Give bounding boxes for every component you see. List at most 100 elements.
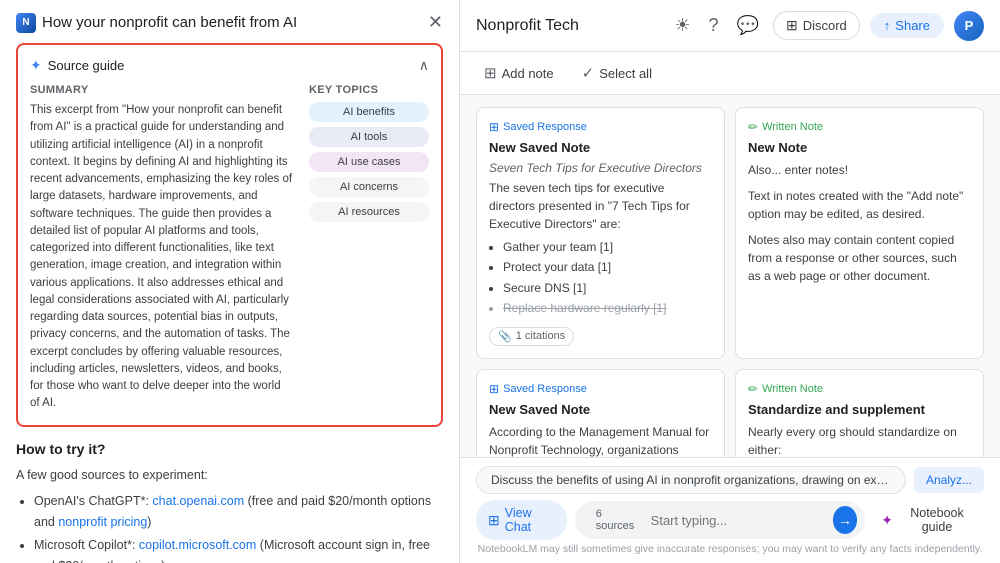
source-guide-columns: Summary This excerpt from "How your nonp… [30,84,429,413]
note-body-3: According to the Management Manual for N… [489,423,712,457]
summary-label: Summary [30,84,293,96]
note-type-label-4: Written Note [762,383,823,395]
note-type-badge-2: ✏ Written Note [748,120,971,134]
note-card-4[interactable]: ✏ Written Note Standardize and supplemen… [735,369,984,457]
note-title-1: New Saved Note [489,140,712,155]
summary-text: This excerpt from "How your nonprofit ca… [30,102,293,413]
view-chat-label: View Chat [505,506,555,534]
prompt-bar: Discuss the benefits of using AI in nonp… [476,466,984,494]
page-title: Nonprofit Tech [476,17,579,35]
saved-response-icon: ⊞ [489,120,499,134]
discord-label: Discord [803,18,847,33]
note-type-badge-1: ⊞ Saved Response [489,120,712,134]
list-item: Microsoft Copilot*: copilot.microsoft.co… [34,535,443,563]
avatar-initial: P [965,18,974,33]
source-guide-title: ✦ Source guide [30,57,124,74]
note-body-1: The seven tech tips for executive direct… [489,179,712,233]
share-button[interactable]: ↑ Share [870,13,944,38]
note-list-item: Gather your team [1] [503,237,712,257]
note-type-label-3: Saved Response [503,383,587,395]
topic-chip-ai-resources[interactable]: AI resources [309,202,429,222]
add-note-button[interactable]: ⊞ Add note [476,60,562,86]
tab-view-chat[interactable]: ⊞ View Chat [476,500,567,540]
avatar[interactable]: P [954,11,984,41]
written-note-icon: ✏ [748,120,758,134]
notes-grid: ⊞ Saved Response New Saved Note Seven Te… [460,95,1000,457]
prompt-text: Discuss the benefits of using AI in nonp… [476,466,906,494]
note-list-item: Protect your data [1] [503,257,712,277]
note-title-3: New Saved Note [489,402,712,417]
close-icon[interactable]: ✕ [428,12,443,33]
nonprofit-pricing-link[interactable]: nonprofit pricing [58,515,147,529]
topic-chip-ai-use-cases[interactable]: AI use cases [309,152,429,172]
send-button[interactable]: → [833,506,858,534]
note-type-badge-3: ⊞ Saved Response [489,382,712,396]
chatgpt-link[interactable]: chat.openai.com [152,494,244,508]
notebook-guide-label: Notebook guide [898,506,976,534]
chevron-up-icon[interactable]: ∧ [419,57,429,74]
sparkle-icon: ✦ [30,57,42,74]
note-card-3[interactable]: ⊞ Saved Response New Saved Note Accordin… [476,369,725,457]
written-note-icon-2: ✏ [748,382,758,396]
note-type-badge-4: ✏ Written Note [748,382,971,396]
topic-chip-ai-concerns[interactable]: AI concerns [309,177,429,197]
share-icon: ↑ [884,18,891,33]
help-button[interactable]: ? [705,11,723,40]
note-type-label-1: Saved Response [503,121,587,133]
right-panel: Nonprofit Tech ☀ ? 💬 ⊞ Discord ↑ Share P… [460,0,1000,563]
note-list-item: Secure DNS [1] [503,278,712,298]
how-to-heading: How to try it? [16,441,443,457]
note-card-2[interactable]: ✏ Written Note New Note Also... enter no… [735,107,984,359]
analyze-button[interactable]: Analyz... [914,467,984,493]
note-body-4: Nearly every org should standardize on e… [748,423,971,457]
sources-badge[interactable]: 6 sources [589,506,645,534]
left-panel: N How your nonprofit can benefit from AI… [0,0,460,563]
copilot-link[interactable]: copilot.microsoft.com [139,538,256,552]
topic-chip-ai-tools[interactable]: AI tools [309,127,429,147]
topic-chip-ai-benefits[interactable]: AI benefits [309,102,429,122]
add-note-label: Add note [502,66,554,81]
share-label: Share [895,18,930,33]
check-icon: ✓ [582,64,595,82]
discord-icon: ⊞ [786,17,798,34]
notebook-guide-button[interactable]: ✦ Notebook guide [873,502,984,538]
citations-badge[interactable]: 📎 1 citations [489,327,574,346]
chat-input[interactable] [651,513,827,528]
how-to-intro: A few good sources to experiment: [16,465,443,485]
source-guide-heading: Source guide [48,58,125,73]
note-type-label-2: Written Note [762,121,823,133]
citations-count: 1 citations [516,330,566,342]
topic-chips: AI benefits AI tools AI use cases AI con… [309,102,429,227]
chat-icon-button[interactable]: 💬 [733,11,763,40]
select-all-button[interactable]: ✓ Select all [574,60,660,86]
note-body-2c: Notes also may contain content copied fr… [748,231,971,285]
select-all-label: Select all [599,66,652,81]
disclaimer-text: NotebookLM may still sometimes give inac… [476,540,984,559]
top-bar-actions: ☀ ? 💬 ⊞ Discord ↑ Share P [670,11,984,41]
list-item: OpenAI's ChatGPT*: chat.openai.com (free… [34,491,443,534]
citation-icon: 📎 [498,330,512,343]
discord-button[interactable]: ⊞ Discord [773,11,860,40]
note-body-2a: Also... enter notes! [748,161,971,179]
note-list-item-inactive: Replace hardware regularly [1] [503,298,712,318]
source-guide-summary: Summary This excerpt from "How your nonp… [30,84,293,413]
theme-toggle-button[interactable]: ☀ [670,11,694,40]
note-title-4: Standardize and supplement [748,402,971,417]
chat-tab-icon: ⊞ [488,512,500,529]
saved-response-icon-2: ⊞ [489,382,499,396]
note-list-1: Gather your team [1] Protect your data [… [489,237,712,319]
chat-input-wrap: 6 sources → [575,501,866,539]
notebook-icon: N [16,13,36,33]
note-card-1[interactable]: ⊞ Saved Response New Saved Note Seven Te… [476,107,725,359]
source-guide-topics: Key Topics AI benefits AI tools AI use c… [309,84,429,413]
how-to-list: OpenAI's ChatGPT*: chat.openai.com (free… [16,491,443,563]
source-guide-header: ✦ Source guide ∧ [30,57,429,74]
topics-label: Key Topics [309,84,429,96]
bottom-area: Discuss the benefits of using AI in nonp… [460,457,1000,563]
add-note-icon: ⊞ [484,64,497,82]
source-guide-box: ✦ Source guide ∧ Summary This excerpt fr… [16,43,443,427]
star-icon: ✦ [881,512,893,529]
note-body-2b: Text in notes created with the "Add note… [748,187,971,223]
note-title-2: New Note [748,140,971,155]
left-panel-title: N How your nonprofit can benefit from AI… [16,12,443,33]
